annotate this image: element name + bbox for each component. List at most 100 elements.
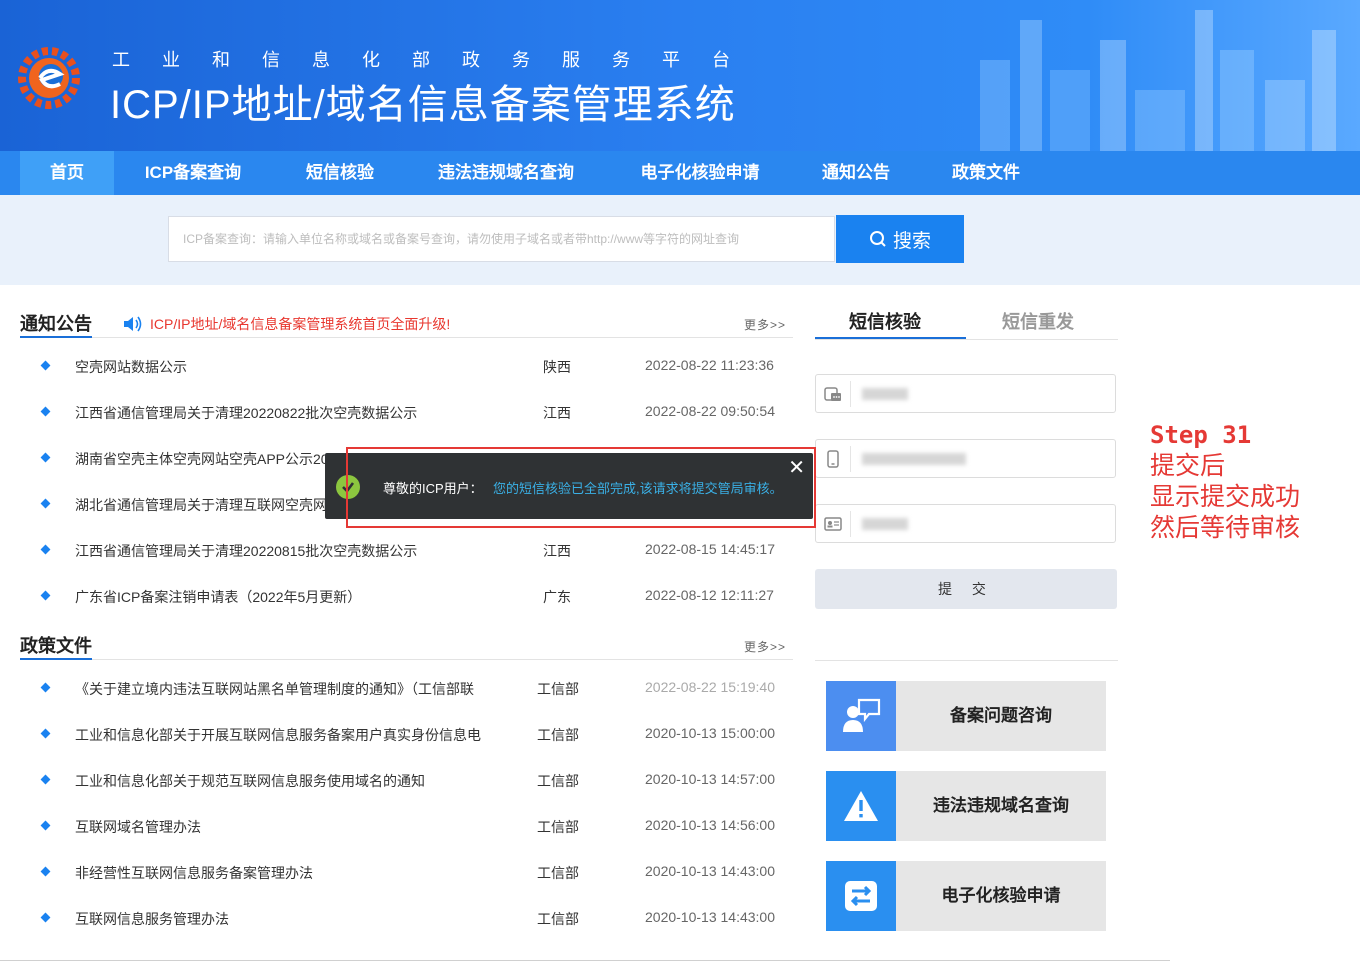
nav-icp-query[interactable]: ICP备案查询 <box>128 151 258 195</box>
nav-policies[interactable]: 政策文件 <box>936 151 1036 195</box>
policy-row[interactable]: 工业和信息化部关于规范互联网信息服务使用域名的通知 工信部 2020-10-13 1… <box>0 771 800 791</box>
notice-row[interactable]: 江西省通信管理局关于清理20220815批次空壳数据公示 江西 2022-08-15… <box>0 541 800 561</box>
verification-code-field[interactable] <box>815 374 1116 413</box>
policy-date: 2020-10-13 14:56:00 <box>645 817 775 833</box>
bullet-icon <box>40 452 51 463</box>
policy-date: 2022-08-22 15:19:40 <box>645 679 775 695</box>
search-button-label: 搜索 <box>892 230 931 252</box>
sms-tabs-divider <box>815 339 1118 340</box>
policy-row[interactable]: 互联网信息服务管理办法 工信部 2020-10-13 14:43:00 <box>0 909 800 929</box>
submit-button[interactable]: 提 交 <box>815 569 1117 609</box>
id-card-icon <box>824 517 842 531</box>
card-icon-box <box>826 681 896 751</box>
notice-date: 2022-08-12 12:11:27 <box>645 587 774 603</box>
nav-notices[interactable]: 通知公告 <box>806 151 906 195</box>
bullet-icon <box>40 912 51 923</box>
policy-date: 2020-10-13 14:57:00 <box>645 771 775 787</box>
icp-search-input[interactable] <box>168 216 835 262</box>
bullet-icon <box>40 728 51 739</box>
city-skyline-decoration <box>980 10 1336 151</box>
card-filing-consultation[interactable]: 备案问题咨询 <box>826 681 1106 751</box>
card-illegal-domain-query[interactable]: 违法违规域名查询 <box>826 771 1106 841</box>
notice-row[interactable]: 江西省通信管理局关于清理20220822批次空壳数据公示 江西 2022-08-22… <box>0 403 800 423</box>
bullet-icon <box>40 406 51 417</box>
tab-sms-resend[interactable]: 短信重发 <box>1002 308 1074 334</box>
policy-date: 2020-10-13 15:00:00 <box>645 725 775 741</box>
card-electronic-verify[interactable]: 电子化核验申请 <box>826 861 1106 931</box>
announcement-ticker[interactable]: ICP/IP地址/域名信息备案管理系统首页全面升级! <box>122 314 450 334</box>
policy-dept: 工信部 <box>537 819 579 835</box>
notice-title[interactable]: 空壳网站数据公示 <box>75 357 187 377</box>
notice-date: 2022-08-22 11:23:36 <box>645 357 774 373</box>
policy-row[interactable]: 互联网域名管理办法 工信部 2020-10-13 14:56:00 <box>0 817 800 837</box>
step-line-3: 然后等待审核 <box>1150 514 1301 542</box>
policy-row[interactable]: 工业和信息化部关于开展互联网信息服务备案用户真实身份信息电 工信部 2020-10-… <box>0 725 800 745</box>
bullet-icon <box>40 590 51 601</box>
speaker-icon <box>124 316 142 332</box>
phone-number-field[interactable] <box>815 439 1116 478</box>
annotation-highlight-box <box>346 447 816 528</box>
main-nav: 首页 ICP备案查询 短信核验 违法违规域名查询 电子化核验申请 通知公告 政策… <box>0 151 1360 195</box>
step-line-2: 显示提交成功 <box>1150 483 1301 511</box>
notice-date: 2022-08-22 09:50:54 <box>645 403 775 419</box>
tab-sms-verify[interactable]: 短信核验 <box>849 308 921 334</box>
policies-section-title: 政策文件 <box>20 636 92 656</box>
card-icon-box <box>826 771 896 841</box>
system-title: ICP/IP地址/域名信息备案管理系统 <box>110 83 736 127</box>
notices-title-underline <box>20 336 92 338</box>
field-separator <box>850 446 851 472</box>
notice-title[interactable]: 江西省通信管理局关于清理20220815批次空壳数据公示 <box>75 541 417 561</box>
card-label: 违法违规域名查询 <box>933 796 1069 815</box>
policy-date: 2020-10-13 14:43:00 <box>645 863 775 879</box>
bullet-icon <box>40 682 51 693</box>
nav-illegal-domain-query[interactable]: 违法违规域名查询 <box>420 151 592 195</box>
miit-logo-icon <box>18 47 80 109</box>
notice-province: 广东 <box>543 589 571 605</box>
nav-sms-verify[interactable]: 短信核验 <box>290 151 390 195</box>
card-label: 电子化核验申请 <box>941 886 1061 905</box>
transfer-icon <box>845 881 877 911</box>
notice-title[interactable]: 广东省ICP备案注销申请表（2022年5月更新） <box>75 587 361 607</box>
id-card-field[interactable] <box>815 504 1116 543</box>
consultation-icon <box>843 698 881 732</box>
search-button[interactable]: 搜索 <box>836 215 964 263</box>
notice-date: 2022-08-15 14:45:17 <box>645 541 775 557</box>
notice-row[interactable]: 广东省ICP备案注销申请表（2022年5月更新） 广东 2022-08-12 12:… <box>0 587 800 607</box>
policies-more-link[interactable]: 更多>> <box>744 638 786 655</box>
sms-tab-active-underline <box>815 337 966 339</box>
bullet-icon <box>40 774 51 785</box>
nav-home[interactable]: 首页 <box>20 151 114 195</box>
notice-title[interactable]: 湖南省空壳主体空壳网站空壳APP公示20 <box>75 449 329 469</box>
notices-divider <box>20 337 793 338</box>
redacted-value <box>862 453 966 465</box>
notice-row[interactable]: 空壳网站数据公示 陕西 2022-08-22 11:23:36 <box>0 357 800 377</box>
redacted-value <box>862 518 908 530</box>
step-annotation: Step 31 提交后 显示提交成功 然后等待审核 <box>1150 420 1300 544</box>
policy-row[interactable]: 非经营性互联网信息服务备案管理办法 工信部 2020-10-13 14:43:00 <box>0 863 800 883</box>
notice-title[interactable]: 湖北省通信管理局关于清理互联网空壳网 <box>75 495 327 515</box>
notice-province: 江西 <box>543 405 571 421</box>
notice-title[interactable]: 江西省通信管理局关于清理20220822批次空壳数据公示 <box>75 403 417 423</box>
site-header: 工业和信息化部政务服务平台 ICP/IP地址/域名信息备案管理系统 <box>0 0 1360 151</box>
notices-more-link[interactable]: 更多>> <box>744 316 786 333</box>
card-label: 备案问题咨询 <box>950 706 1052 725</box>
policy-title[interactable]: 工业和信息化部关于规范互联网信息服务使用域名的通知 <box>75 771 425 791</box>
policy-title[interactable]: 工业和信息化部关于开展互联网信息服务备案用户真实身份信息电 <box>75 725 481 745</box>
notice-province: 江西 <box>543 543 571 559</box>
bullet-icon <box>40 820 51 831</box>
policy-title[interactable]: 互联网信息服务管理办法 <box>75 909 229 929</box>
bullet-icon <box>40 866 51 877</box>
policy-title[interactable]: 互联网域名管理办法 <box>75 817 201 837</box>
nav-electronic-verify[interactable]: 电子化核验申请 <box>622 151 778 195</box>
field-separator <box>850 511 851 537</box>
notices-section-title: 通知公告 <box>20 314 92 334</box>
policy-dept: 工信部 <box>537 681 579 697</box>
policies-title-underline <box>20 658 92 660</box>
panel-divider <box>815 660 1118 661</box>
policy-row[interactable]: 《关于建立境内违法互联网站黑名单管理制度的通知》（工信部联 工信部 2022-08-… <box>0 679 800 699</box>
policy-title[interactable]: 《关于建立境内违法互联网站黑名单管理制度的通知》（工信部联 <box>75 679 474 699</box>
mobile-phone-icon <box>827 450 839 468</box>
policy-title[interactable]: 非经营性互联网信息服务备案管理办法 <box>75 863 313 883</box>
policies-divider <box>20 659 793 660</box>
search-icon <box>869 231 886 247</box>
